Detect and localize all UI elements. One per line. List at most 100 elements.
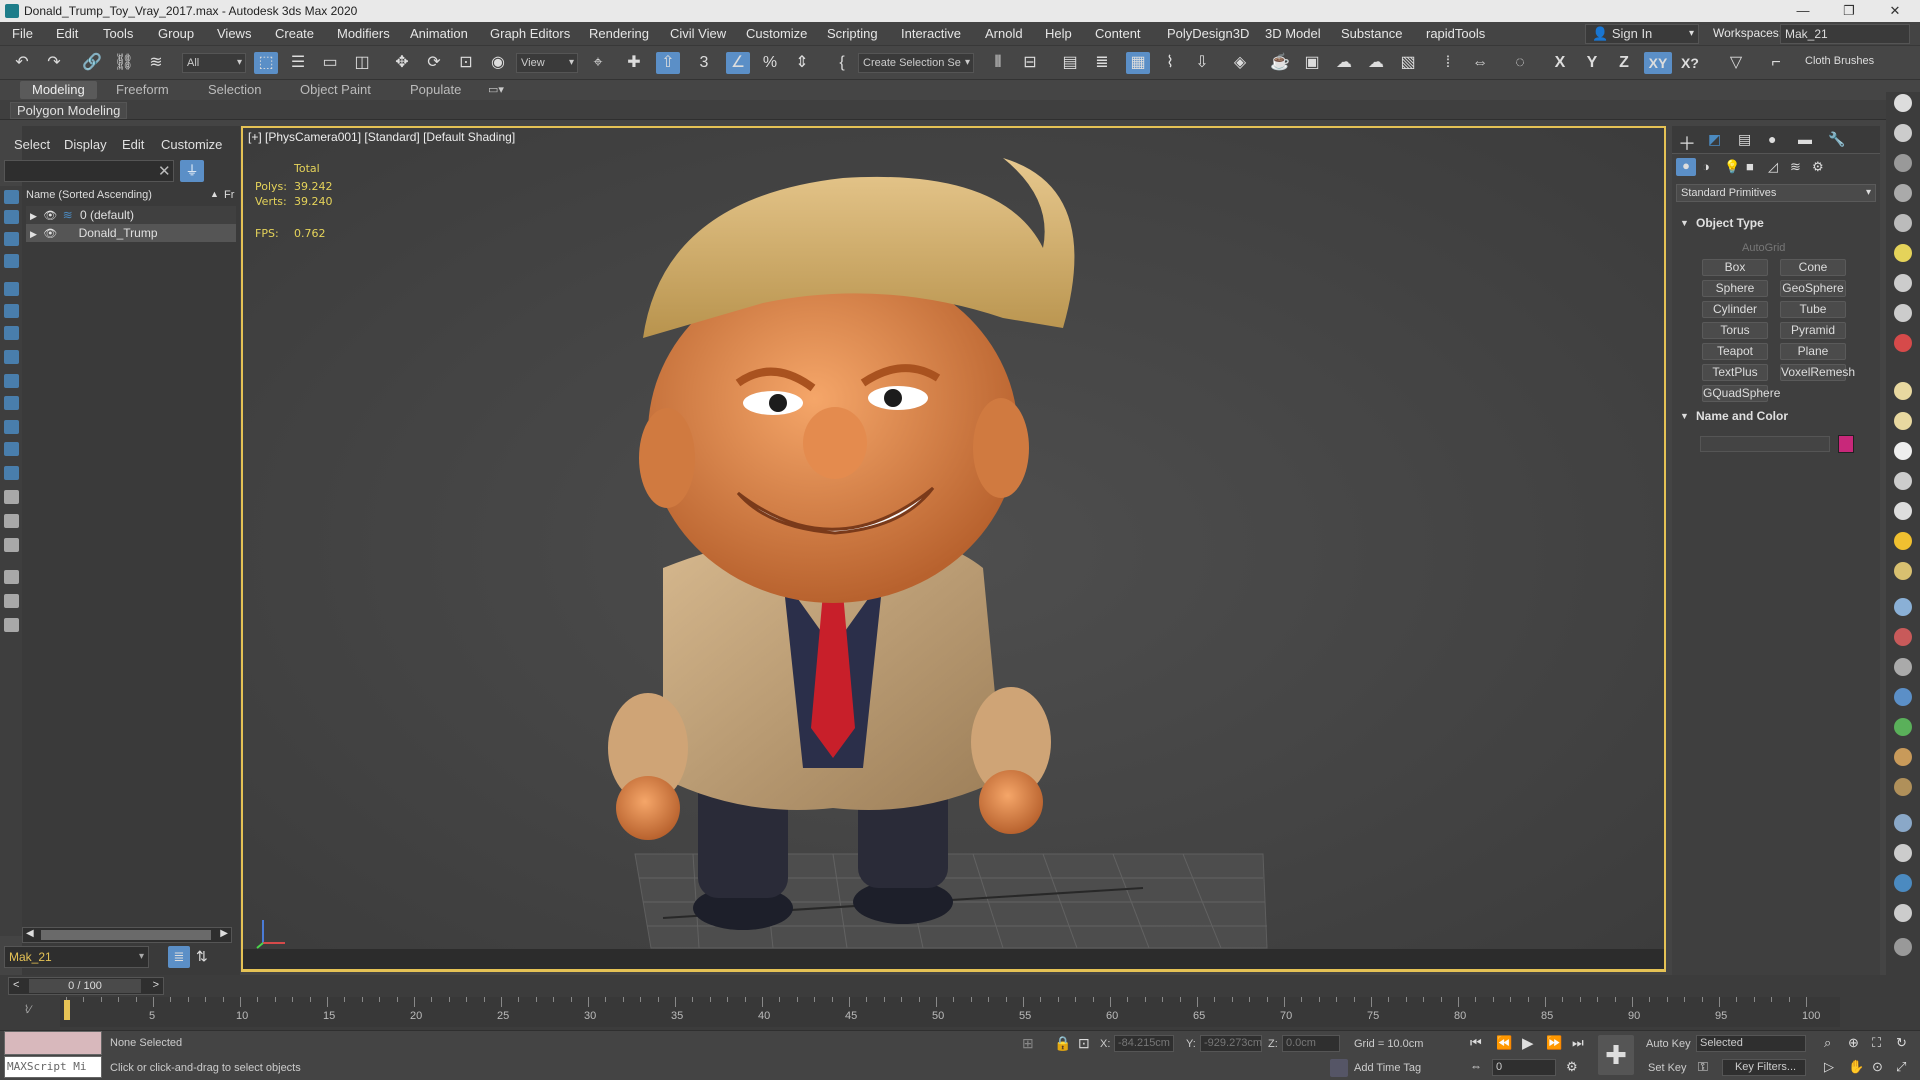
material-icon[interactable] [1894,154,1912,172]
camera-icon[interactable] [1894,304,1912,322]
primitive-type-dropdown[interactable]: Standard Primitives ▾ [1676,184,1876,202]
menu-edit[interactable]: Edit [56,26,78,41]
tab-populate[interactable]: Populate [410,82,461,97]
scale-icon[interactable]: ⊡ [454,52,478,74]
expand-arrow-icon[interactable]: ▶ [30,229,37,239]
object-color-swatch[interactable] [1838,435,1854,453]
named-selection-dropdown[interactable]: Create Selection Se [858,53,974,73]
axis-y-button[interactable]: Y [1580,52,1604,74]
selection-region-icon[interactable]: ◌ [1508,52,1532,74]
percent-snap-icon[interactable]: % [758,52,782,74]
undo-icon[interactable]: ↶ [10,52,34,74]
key-mode-dropdown[interactable]: Selected [1696,1035,1806,1052]
orbit-icon[interactable]: ↻ [1896,1035,1907,1051]
wave-icon[interactable] [1894,598,1912,616]
zoom-extents-icon[interactable]: ⛶ [1872,1035,1881,1051]
utilities-tab-icon[interactable]: 🔧 [1828,131,1845,148]
plane-button[interactable]: Plane [1780,343,1846,360]
display-frozen-icon[interactable] [4,442,19,456]
menu-customize[interactable]: Customize [746,26,807,41]
axis-x-query-button[interactable]: X? [1678,52,1702,74]
scene-row-donald-trump[interactable]: ▶ 👁 Donald_Trump [26,224,236,242]
light-disk-icon[interactable] [1894,562,1912,580]
cone-button[interactable]: Cone [1780,259,1846,276]
polygon-modeling-tab[interactable]: Polygon Modeling [10,102,128,119]
render-icon[interactable] [1894,334,1912,352]
scene-menu-customize[interactable]: Customize [161,137,222,152]
gear-icon[interactable] [1894,274,1912,292]
teapot-button[interactable]: Teapot [1702,343,1768,360]
pivot-center-icon[interactable]: ⌖ [586,52,610,74]
create-tab-icon[interactable]: ＋ [1678,130,1696,156]
sphere-button[interactable]: Sphere [1702,280,1768,297]
time-slider[interactable]: < 0 / 100 > [8,977,164,995]
rect-selection-icon[interactable]: ▭ [318,52,342,74]
menu-interactive[interactable]: Interactive [901,26,961,41]
box-button[interactable]: Box [1702,259,1768,276]
mirror-icon[interactable]: ⫴ [986,52,1010,74]
key-mode-icon[interactable]: ⇔ [1470,1059,1482,1073]
select-by-name-icon[interactable]: ☰ [286,52,310,74]
spinner-snap-icon[interactable]: ⇕ [790,52,814,74]
current-frame-field[interactable]: 0 [1492,1059,1556,1076]
dome-icon[interactable] [1894,472,1912,490]
zoom-icon[interactable]: ⌕ [1824,1035,1831,1051]
angle-snap-icon[interactable]: ∠ [726,52,750,74]
proxy-icon[interactable] [1894,778,1912,796]
scene-row-default-layer[interactable]: ▶ 👁 ≋ 0 (default) [26,206,236,224]
autogrid-checkbox[interactable]: AutoGrid [1742,242,1785,254]
x-coord-field[interactable]: -84.215cm [1114,1035,1174,1052]
selection-filter-dropdown[interactable]: All [182,53,246,73]
menu-file[interactable]: File [12,26,33,41]
expand-arrow-icon[interactable]: ▶ [30,211,37,221]
rollout-collapse-icon[interactable]: ▼ [1680,411,1689,421]
column-header-name[interactable]: Name (Sorted Ascending) [26,189,152,201]
tab-freeform[interactable]: Freeform [116,82,169,97]
zoom-all-icon[interactable]: ⊕ [1848,1035,1859,1051]
curve-toggle-icon[interactable]: ⌇∕ [24,1003,31,1016]
rendered-frame-icon[interactable]: ▣ [1300,52,1324,74]
timeline-track[interactable]: 5 10 15 20 25 30 35 40 45 50 55 60 65 70 75 80 85 90 95 100 [60,997,1840,1027]
funnel-icon[interactable] [4,594,19,608]
display-bones-icon[interactable] [4,396,19,410]
menu-group[interactable]: Group [158,26,194,41]
clear-search-icon[interactable]: ✕ [158,162,171,180]
scene-icon[interactable] [1894,874,1912,892]
placement-icon[interactable]: ◉ [486,52,510,74]
name-and-color-rollout[interactable]: Name and Color [1696,409,1788,423]
menu-modifiers[interactable]: Modifiers [337,26,390,41]
menu-help[interactable]: Help [1045,26,1072,41]
axis-x-button[interactable]: X [1548,52,1572,74]
axis-xy-button[interactable]: XY [1644,52,1672,74]
properties-icon[interactable] [4,538,19,552]
textplus-button[interactable]: TextPlus [1702,364,1768,381]
layer-icon[interactable] [4,490,19,504]
mesh-icon[interactable] [1894,658,1912,676]
snap-3d-icon[interactable]: 3 [692,52,716,74]
folder-icon[interactable] [4,618,19,632]
menu-arnold[interactable]: Arnold [985,26,1023,41]
viewport-label-menu[interactable]: [+] [PhysCamera001] [Standard] [Default … [248,130,515,144]
display-helpers-icon[interactable] [4,304,19,318]
cloth-tool-icon[interactable]: ⌐ [1764,52,1788,74]
scroll-right-icon[interactable]: ▶ [220,928,228,939]
menu-animation[interactable]: Animation [410,26,468,41]
frame-icon[interactable] [1894,382,1912,400]
perspective-viewport[interactable] [241,126,1666,972]
display-tab-icon[interactable]: ▬ [1798,131,1812,147]
time-tag-icon[interactable] [1330,1059,1348,1077]
rotate-icon[interactable]: ⟳ [422,52,446,74]
column-header-frozen[interactable]: Fr [224,189,234,201]
arnold-icon[interactable]: ▽ [1724,52,1748,74]
display-geometry-icon[interactable] [4,210,19,224]
layer-dropdown[interactable]: Mak_21 ▾ [4,946,149,968]
select-manipulate-icon[interactable]: ✚ [622,52,646,74]
set-key-button[interactable]: Set Key [1648,1062,1687,1074]
scroll-thumb[interactable] [41,930,211,940]
hemisphere-icon[interactable] [1894,412,1912,430]
layer-manager-icon[interactable]: ≣ [168,946,190,968]
scene-search-input[interactable] [4,160,174,182]
sphere-icon[interactable] [1894,442,1912,460]
keyboard-shortcut-icon[interactable]: ⇧ [656,52,680,74]
minimize-button[interactable]: — [1780,0,1826,22]
